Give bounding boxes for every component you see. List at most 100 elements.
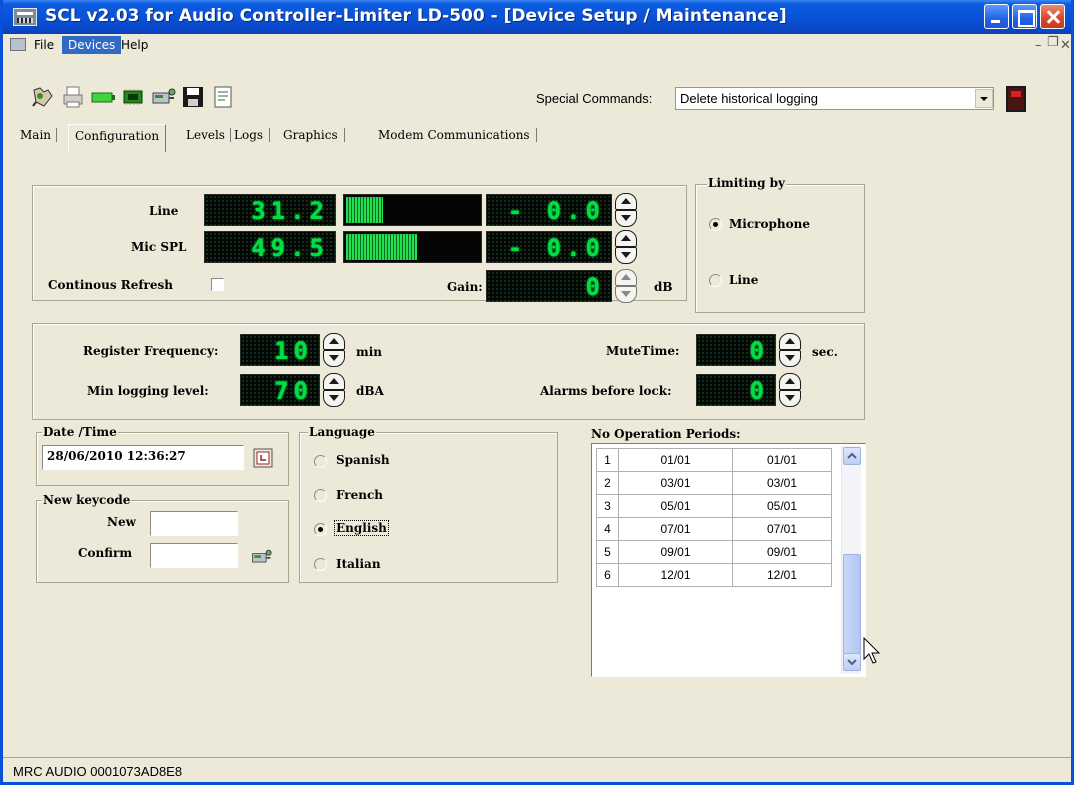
mic-offset-spinner[interactable] — [615, 230, 637, 264]
mdi-close-icon[interactable]: ✕ — [1060, 38, 1071, 53]
period-end[interactable]: 05/01 — [732, 494, 832, 518]
language-french-label[interactable]: French — [336, 488, 383, 502]
min-logging-level-spinner[interactable] — [323, 373, 345, 407]
device-icon[interactable] — [150, 84, 176, 110]
gain-label: Gain: — [447, 280, 483, 294]
spinner-up-icon[interactable] — [615, 230, 637, 247]
period-start[interactable]: 12/01 — [618, 563, 733, 587]
tab-logs[interactable]: Logs — [234, 128, 271, 142]
minimize-button[interactable] — [984, 4, 1009, 29]
period-start[interactable]: 09/01 — [618, 540, 733, 564]
mdi-restore-icon[interactable]: ❐ — [1047, 35, 1059, 50]
period-end[interactable]: 09/01 — [732, 540, 832, 564]
tab-main[interactable]: Main — [20, 128, 58, 142]
document-window-icon[interactable] — [10, 38, 26, 51]
mute-time-spinner[interactable] — [779, 333, 801, 367]
line-offset-spinner[interactable] — [615, 193, 637, 227]
language-italian-label[interactable]: Italian — [336, 557, 381, 571]
scroll-up-icon[interactable] — [843, 447, 861, 465]
special-commands-select[interactable]: Delete historical logging — [675, 87, 994, 110]
language-english-label[interactable]: English — [334, 520, 389, 536]
spinner-down-icon[interactable] — [615, 247, 637, 264]
limit-line-radio[interactable] — [709, 274, 722, 287]
connect-icon[interactable] — [30, 84, 56, 110]
keycode-title: New keycode — [42, 493, 132, 507]
spinner-down-icon[interactable] — [779, 390, 801, 407]
tab-levels[interactable]: Levels — [186, 128, 231, 142]
language-spanish-label[interactable]: Spanish — [336, 453, 390, 467]
limit-microphone-label[interactable]: Microphone — [729, 217, 810, 231]
chip-icon[interactable] — [120, 84, 146, 110]
menu-devices[interactable]: Devices — [62, 36, 122, 54]
period-start[interactable]: 07/01 — [618, 517, 733, 541]
tab-modem-communications[interactable]: Modem Communications — [378, 128, 537, 142]
chevron-down-icon[interactable] — [975, 89, 993, 108]
scroll-thumb[interactable] — [843, 554, 861, 654]
register-frequency-spinner[interactable] — [323, 333, 345, 367]
line-level-bar-fill — [346, 197, 384, 223]
table-row[interactable]: 2 03/01 03/01 — [596, 471, 832, 495]
gain-spinner[interactable] — [615, 269, 637, 303]
print-icon[interactable] — [60, 84, 86, 110]
language-english-radio[interactable] — [314, 523, 327, 536]
row-number: 5 — [596, 540, 619, 564]
spinner-up-icon[interactable] — [779, 333, 801, 350]
alarms-before-lock-spinner[interactable] — [779, 373, 801, 407]
mic-spl-bar-fill — [346, 234, 418, 260]
tab-graphics[interactable]: Graphics — [283, 128, 345, 142]
table-row[interactable]: 4 07/01 07/01 — [596, 517, 832, 541]
continuous-refresh-checkbox[interactable] — [211, 278, 224, 291]
keycode-new-label: New — [107, 515, 136, 529]
keycode-new-input[interactable] — [150, 511, 238, 536]
grid-scrollbar[interactable] — [841, 446, 861, 674]
datetime-title: Date /Time — [42, 425, 118, 439]
limit-microphone-radio[interactable] — [709, 218, 722, 231]
period-end[interactable]: 07/01 — [732, 517, 832, 541]
calendar-icon[interactable] — [253, 448, 273, 468]
keycode-confirm-label: Confirm — [78, 546, 133, 560]
scroll-down-icon[interactable] — [843, 653, 861, 671]
spinner-down-icon[interactable] — [323, 350, 345, 367]
language-italian-radio[interactable] — [314, 558, 327, 571]
row-number: 4 — [596, 517, 619, 541]
title-bar[interactable]: SCL v2.03 for Audio Controller-Limiter L… — [3, 0, 1071, 34]
maximize-button[interactable] — [1012, 4, 1037, 29]
battery-icon[interactable] — [90, 84, 116, 110]
table-row[interactable]: 6 12/01 12/01 — [596, 563, 832, 587]
period-start[interactable]: 03/01 — [618, 471, 733, 495]
no-operation-table: 1 01/01 01/01 2 03/01 03/01 3 05/01 05/01 4 07/… — [596, 448, 832, 587]
spinner-down-icon[interactable] — [615, 286, 637, 303]
spinner-down-icon[interactable] — [779, 350, 801, 367]
execute-command-button[interactable] — [1006, 86, 1026, 112]
period-end[interactable]: 03/01 — [732, 471, 832, 495]
save-icon[interactable] — [180, 84, 206, 110]
period-end[interactable]: 12/01 — [732, 563, 832, 587]
spinner-up-icon[interactable] — [615, 269, 637, 286]
language-spanish-radio[interactable] — [314, 455, 327, 468]
menu-help[interactable]: Help — [115, 36, 154, 54]
table-row[interactable]: 3 05/01 05/01 — [596, 494, 832, 518]
mdi-minimize-icon[interactable]: – — [1035, 38, 1042, 53]
datetime-field[interactable]: 28/06/2010 12:36:27 — [42, 445, 244, 470]
no-operation-grid[interactable]: 1 01/01 01/01 2 03/01 03/01 3 05/01 05/01 4 07/… — [591, 443, 866, 677]
tab-configuration[interactable]: Configuration — [68, 124, 167, 152]
table-row[interactable]: 5 09/01 09/01 — [596, 540, 832, 564]
spinner-down-icon[interactable] — [615, 210, 637, 227]
mute-time-display: 0 — [696, 334, 776, 366]
limit-line-label[interactable]: Line — [729, 273, 758, 287]
spinner-down-icon[interactable] — [323, 390, 345, 407]
spinner-up-icon[interactable] — [323, 373, 345, 390]
send-keycode-icon[interactable] — [249, 546, 273, 568]
period-start[interactable]: 01/01 — [618, 448, 733, 472]
document-icon[interactable] — [210, 84, 236, 110]
table-row[interactable]: 1 01/01 01/01 — [596, 448, 832, 472]
menu-file[interactable]: File — [28, 36, 60, 54]
spinner-up-icon[interactable] — [779, 373, 801, 390]
period-start[interactable]: 05/01 — [618, 494, 733, 518]
language-french-radio[interactable] — [314, 489, 327, 502]
spinner-up-icon[interactable] — [323, 333, 345, 350]
period-end[interactable]: 01/01 — [732, 448, 832, 472]
close-button[interactable] — [1040, 4, 1065, 29]
spinner-up-icon[interactable] — [615, 193, 637, 210]
keycode-confirm-input[interactable] — [150, 543, 238, 568]
